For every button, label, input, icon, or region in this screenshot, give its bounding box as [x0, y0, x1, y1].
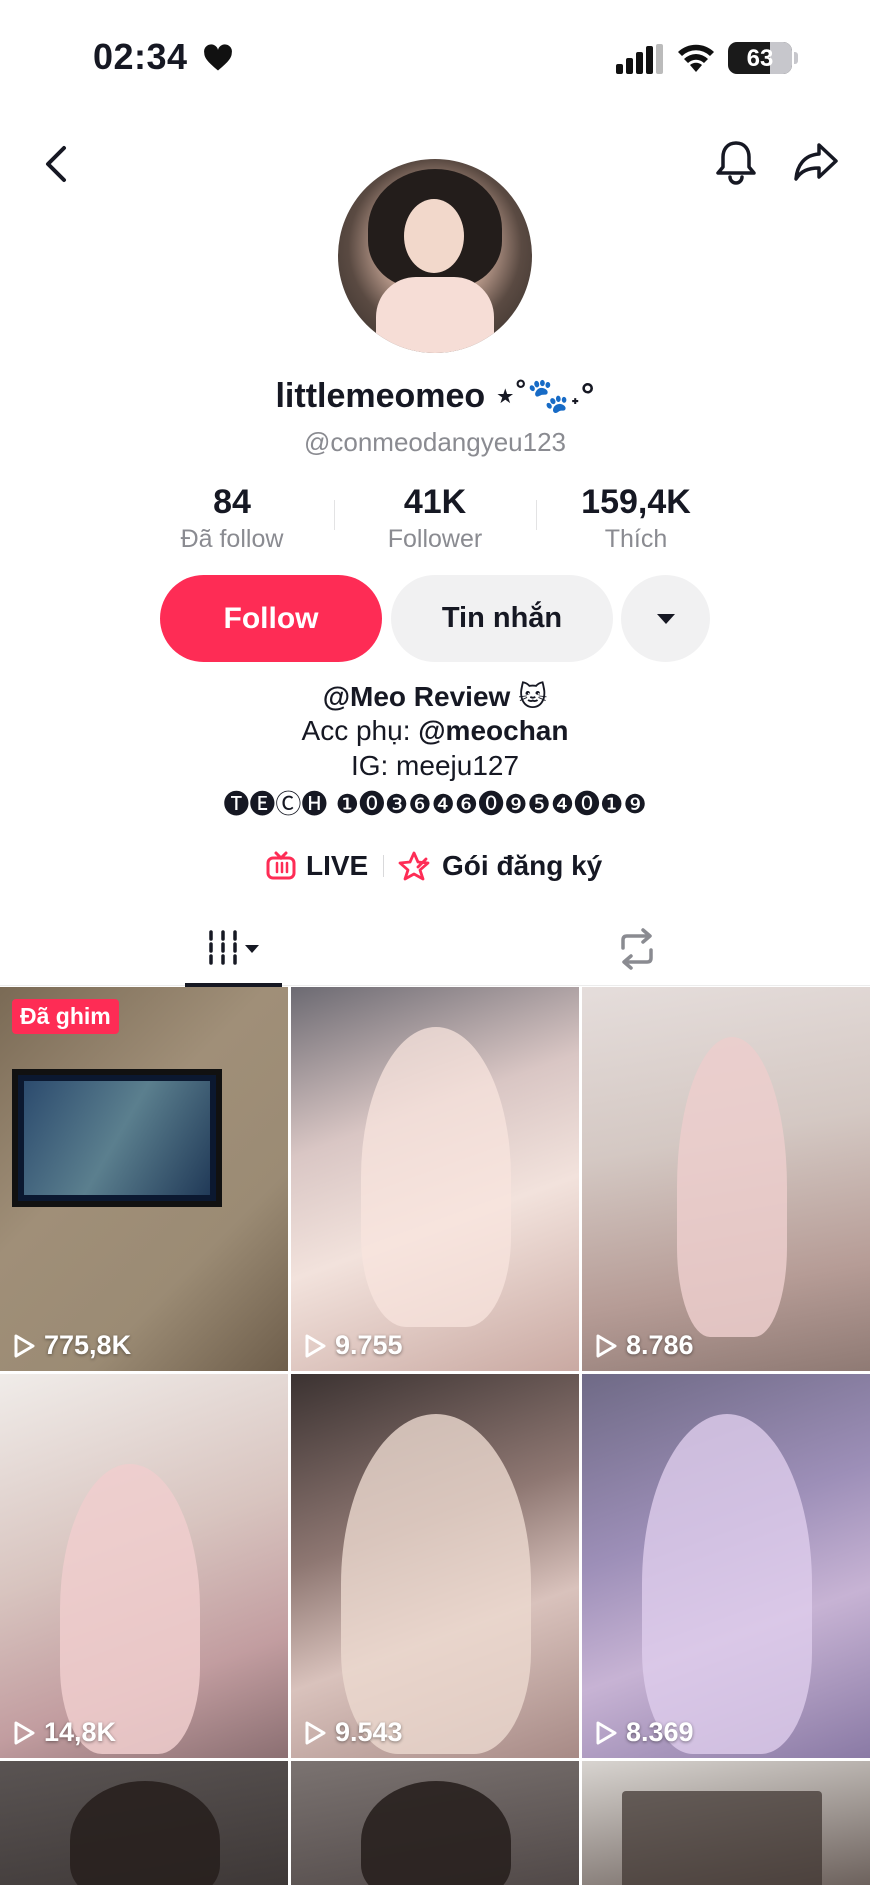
video-view-count: 775,8K [44, 1330, 132, 1360]
profile-username: @conmeodangyeu123 [303, 427, 567, 457]
profile-stats: 84 Đã follow 41K Follower 159,4K Thích [0, 482, 870, 556]
tab-reposts[interactable] [592, 912, 682, 986]
play-icon [14, 1334, 35, 1357]
video-views: 9.755 [303, 1330, 403, 1361]
bio-line-2-prefix: Acc phụ: [301, 715, 419, 746]
share-button[interactable] [788, 134, 844, 190]
share-arrow-icon [794, 143, 838, 181]
stat-followers-value: 41K [403, 483, 467, 521]
stat-followers[interactable]: 41K Follower [345, 482, 525, 556]
bell-icon [716, 141, 756, 185]
profile-links-row: LIVE Gói đăng ký [0, 845, 870, 887]
video-tile[interactable]: 8.369 [582, 1374, 870, 1758]
profile-display-name: littlemeomeo ⋆˚🐾˖° [275, 377, 595, 415]
play-icon [596, 1334, 617, 1357]
repost-icon [621, 928, 653, 970]
bio-alt-account-link[interactable]: @meochan [418, 715, 568, 746]
video-thumbnail [341, 1414, 531, 1754]
follow-button[interactable]: Follow [160, 575, 382, 662]
stat-followers-label: Follower [387, 525, 483, 553]
play-icon [596, 1721, 617, 1744]
video-view-count: 9.543 [335, 1717, 403, 1747]
video-tile[interactable]: 9.543 [291, 1374, 579, 1758]
subscription-star-icon [398, 851, 430, 881]
notification-bell-button[interactable] [708, 134, 764, 190]
video-tile[interactable] [582, 1761, 870, 1885]
video-thumbnail [361, 1027, 511, 1327]
video-thumbnail [70, 1781, 220, 1885]
pinned-badge: Đã ghim [12, 999, 119, 1034]
video-view-count: 9.755 [335, 1330, 403, 1360]
bio-line-1: @Meo Review 🐱 [322, 681, 548, 712]
video-tile[interactable]: 8.786 [582, 987, 870, 1371]
video-thumbnail [642, 1414, 812, 1754]
grid-columns-icon [208, 930, 259, 968]
video-views: 9.543 [303, 1717, 403, 1748]
live-tv-icon [266, 851, 296, 880]
stat-following-label: Đã follow [180, 525, 284, 553]
bio-line-3: IG: meeju127 [350, 750, 520, 781]
stat-likes-value: 159,4K [581, 483, 691, 521]
video-view-count: 14,8K [44, 1717, 117, 1747]
stat-likes-label: Thích [604, 525, 668, 553]
suggested-accounts-button[interactable] [621, 575, 710, 662]
play-icon [14, 1721, 35, 1744]
video-views: 775,8K [12, 1330, 131, 1361]
profile-avatar[interactable] [338, 159, 532, 353]
battery-nub [794, 52, 798, 64]
status-bar: 02:34 63 [0, 0, 870, 120]
links-divider [383, 855, 384, 877]
stat-following-value: 84 [213, 483, 251, 521]
video-view-count: 8.369 [626, 1717, 694, 1747]
video-tile[interactable]: 14,8K [0, 1374, 288, 1758]
video-views: 8.786 [594, 1330, 694, 1361]
video-tile[interactable] [0, 1761, 288, 1885]
back-button[interactable] [28, 136, 84, 192]
video-view-count: 8.786 [626, 1330, 694, 1360]
wifi-icon [678, 44, 714, 72]
chevron-left-icon [46, 146, 66, 182]
video-tile[interactable]: Đã ghim 775,8K [0, 987, 288, 1371]
stat-following[interactable]: 84 Đã follow [142, 482, 322, 556]
video-views: 14,8K [12, 1717, 116, 1748]
stat-divider [536, 500, 537, 530]
stat-likes[interactable]: 159,4K Thích [546, 482, 726, 556]
play-icon [305, 1334, 326, 1357]
video-thumbnail [361, 1781, 511, 1885]
video-thumbnail [12, 1069, 222, 1207]
bio-line-4: 🅣🅔Ⓒ🅗 ❶⓿❸❻❹❻⓿❾❺❹⓿❶❾ [223, 790, 647, 820]
profile-tabs [0, 912, 870, 987]
caret-down-icon [656, 613, 675, 624]
battery-indicator: 63 [728, 42, 792, 74]
subscription-link[interactable]: Gói đăng ký [398, 845, 602, 887]
subscription-link-label: Gói đăng ký [442, 850, 603, 881]
live-link-label: LIVE [306, 850, 369, 881]
video-thumbnail [60, 1464, 200, 1754]
video-views: 8.369 [594, 1717, 694, 1748]
tab-videos[interactable] [185, 912, 282, 987]
video-thumbnail [677, 1037, 787, 1337]
status-time: 02:34 [93, 36, 188, 77]
video-tile[interactable]: 9.755 [291, 987, 579, 1371]
cellular-signal-icon [616, 44, 663, 74]
bio-line-2: Acc phụ: @meochan [0, 715, 870, 747]
battery-level: 63 [746, 45, 774, 72]
stat-divider [334, 500, 335, 530]
video-thumbnail [622, 1791, 822, 1885]
heart-icon [204, 44, 232, 71]
live-link[interactable]: LIVE [266, 845, 368, 887]
message-button[interactable]: Tin nhắn [391, 575, 613, 662]
play-icon [305, 1721, 326, 1744]
video-tile[interactable] [291, 1761, 579, 1885]
